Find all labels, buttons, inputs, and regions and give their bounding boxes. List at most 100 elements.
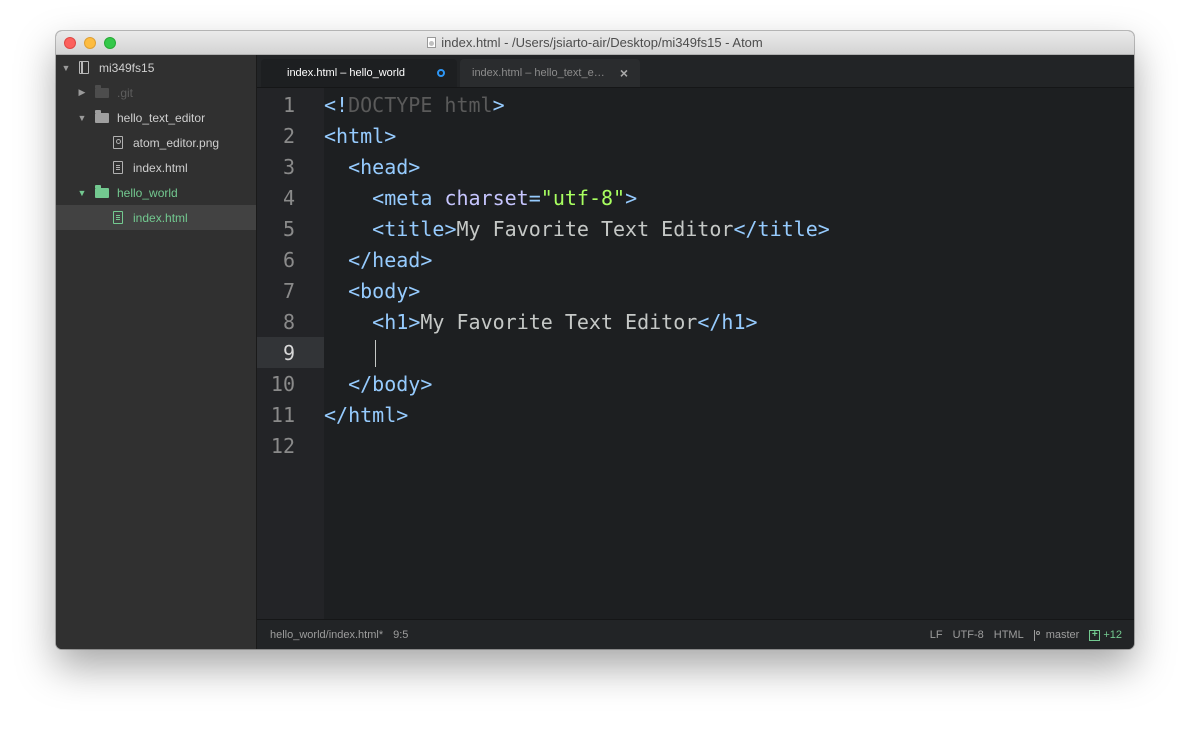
- grammar-status[interactable]: HTML: [994, 629, 1024, 641]
- tree-item-label: index.html: [133, 160, 188, 175]
- tab-index-html-hello-world[interactable]: index.html – hello_world: [261, 59, 457, 87]
- code-line[interactable]: </body>: [324, 369, 432, 400]
- code-token: head: [360, 155, 409, 179]
- code-token: <: [324, 217, 385, 241]
- code-token: >: [420, 248, 433, 272]
- code-token: >: [745, 310, 758, 334]
- cursor-position-status[interactable]: 9:5: [393, 629, 408, 641]
- file-path-status[interactable]: hello_world/index.html*: [270, 629, 383, 641]
- code-token: "utf-8": [540, 186, 626, 210]
- tree-file-index-html-selected[interactable]: index.html: [56, 205, 256, 230]
- folder-icon: [95, 109, 109, 123]
- line-number: 3: [282, 155, 295, 179]
- status-bar: hello_world/index.html* 9:5 LF UTF-8 HTM…: [257, 619, 1134, 649]
- tree-item-label: hello_text_editor: [117, 110, 206, 125]
- git-branch-icon: [1033, 629, 1042, 641]
- code-token: </: [324, 248, 373, 272]
- code-token: charset: [444, 186, 529, 210]
- code-token: >: [817, 217, 830, 241]
- chevron-down-icon[interactable]: ▼: [77, 188, 87, 198]
- code-line[interactable]: <meta charset="utf-8">: [324, 183, 637, 214]
- tree-item-label: index.html: [133, 210, 188, 225]
- text-cursor: [375, 340, 376, 367]
- code-token: >: [625, 186, 638, 210]
- code-token: DOCTYPE html: [348, 93, 493, 117]
- code-token: >: [396, 403, 409, 427]
- line-number: 4: [282, 186, 295, 210]
- tree-folder-git[interactable]: ▶ .git: [56, 80, 256, 105]
- code-token: head: [372, 248, 421, 272]
- code-line[interactable]: <title>My Favorite Text Editor</title>: [324, 214, 830, 245]
- code-token: </: [697, 310, 722, 334]
- line-number: 9: [282, 341, 295, 365]
- code-line[interactable]: <head>: [324, 152, 420, 183]
- image-file-icon: [113, 136, 123, 149]
- code-token: title: [384, 217, 445, 241]
- code-token: !: [336, 93, 349, 117]
- code-token: My Favorite Text Editor: [456, 217, 734, 241]
- line-number: 6: [282, 248, 295, 272]
- tab-label: index.html – hello_world: [287, 67, 406, 79]
- line-number: 2: [282, 124, 295, 148]
- git-branch-status[interactable]: master: [1046, 629, 1080, 641]
- code-token: body: [360, 279, 409, 303]
- code-token: <: [324, 310, 385, 334]
- code-token: >: [492, 93, 505, 117]
- code-token: h1: [384, 310, 409, 334]
- code-token: <: [324, 155, 361, 179]
- code-token: >: [420, 372, 433, 396]
- modified-indicator-icon[interactable]: [437, 69, 445, 77]
- code-token: >: [384, 124, 397, 148]
- code-token: >: [408, 155, 421, 179]
- code-token: <: [324, 93, 337, 117]
- code-line[interactable]: <!DOCTYPE html>: [324, 90, 505, 121]
- encoding-status[interactable]: UTF-8: [953, 629, 984, 641]
- code-token: body: [372, 372, 421, 396]
- text-editor[interactable]: 1 2 3 4 5 6 7 8 9 10 11 12 <!DOCTYPE html> <html> <h…: [257, 88, 1134, 619]
- tree-file-atom-editor-png[interactable]: atom_editor.png: [56, 130, 256, 155]
- tab-bar: index.html – hello_world index.html – he…: [257, 55, 1134, 88]
- atom-window: index.html - /Users/jsiarto-air/Desktop/…: [56, 31, 1134, 649]
- code-line[interactable]: <html>: [324, 121, 396, 152]
- code-token: >: [408, 279, 421, 303]
- document-icon: [427, 37, 437, 48]
- code-line[interactable]: [324, 338, 372, 369]
- code-token: =: [528, 186, 541, 210]
- code-line[interactable]: </head>: [324, 245, 432, 276]
- chevron-right-icon[interactable]: ▶: [77, 87, 87, 98]
- chevron-down-icon[interactable]: ▼: [77, 113, 87, 123]
- git-diff-count[interactable]: +12: [1103, 629, 1122, 641]
- code-line[interactable]: </html>: [324, 400, 408, 431]
- code-token: </: [324, 372, 373, 396]
- line-number: 1: [282, 93, 295, 117]
- tree-file-index-html[interactable]: index.html: [56, 155, 256, 180]
- tree-item-label: .git: [117, 85, 134, 100]
- tree-item-label: atom_editor.png: [133, 135, 220, 150]
- repo-icon: [79, 61, 89, 74]
- code-token: >: [444, 217, 457, 241]
- chevron-down-icon[interactable]: ▼: [61, 63, 71, 73]
- code-token: html: [348, 403, 397, 427]
- code-token: meta: [384, 186, 445, 210]
- status-bar-right: LF UTF-8 HTML master + +12: [930, 620, 1122, 649]
- title-container: index.html - /Users/jsiarto-air/Desktop/…: [56, 31, 1134, 54]
- line-number: 7: [282, 279, 295, 303]
- code-token: <: [324, 186, 385, 210]
- line-ending-status[interactable]: LF: [930, 629, 943, 641]
- tab-index-html-hello-text-editor[interactable]: index.html – hello_text_e… ×: [460, 59, 640, 87]
- line-number: 8: [282, 310, 295, 334]
- code-token: html: [336, 124, 385, 148]
- code-token: title: [757, 217, 818, 241]
- diff-added-icon: +: [1089, 629, 1101, 641]
- line-number: 10: [270, 372, 295, 396]
- code-token: <: [324, 279, 361, 303]
- tree-folder-hello-text-editor[interactable]: ▼ hello_text_editor: [56, 105, 256, 130]
- code-line[interactable]: <h1>My Favorite Text Editor</h1>: [324, 307, 758, 338]
- tree-folder-hello-world[interactable]: ▼ hello_world: [56, 180, 256, 205]
- code-line[interactable]: <body>: [324, 276, 420, 307]
- code-token: My Favorite Text Editor: [420, 310, 698, 334]
- code-token: <: [324, 124, 337, 148]
- close-tab-icon[interactable]: ×: [620, 65, 628, 81]
- tree-project-root[interactable]: ▼ mi349fs15: [56, 55, 256, 80]
- tree-view: ▼ mi349fs15 ▶ .git ▼ hello_text_editor a…: [56, 55, 257, 649]
